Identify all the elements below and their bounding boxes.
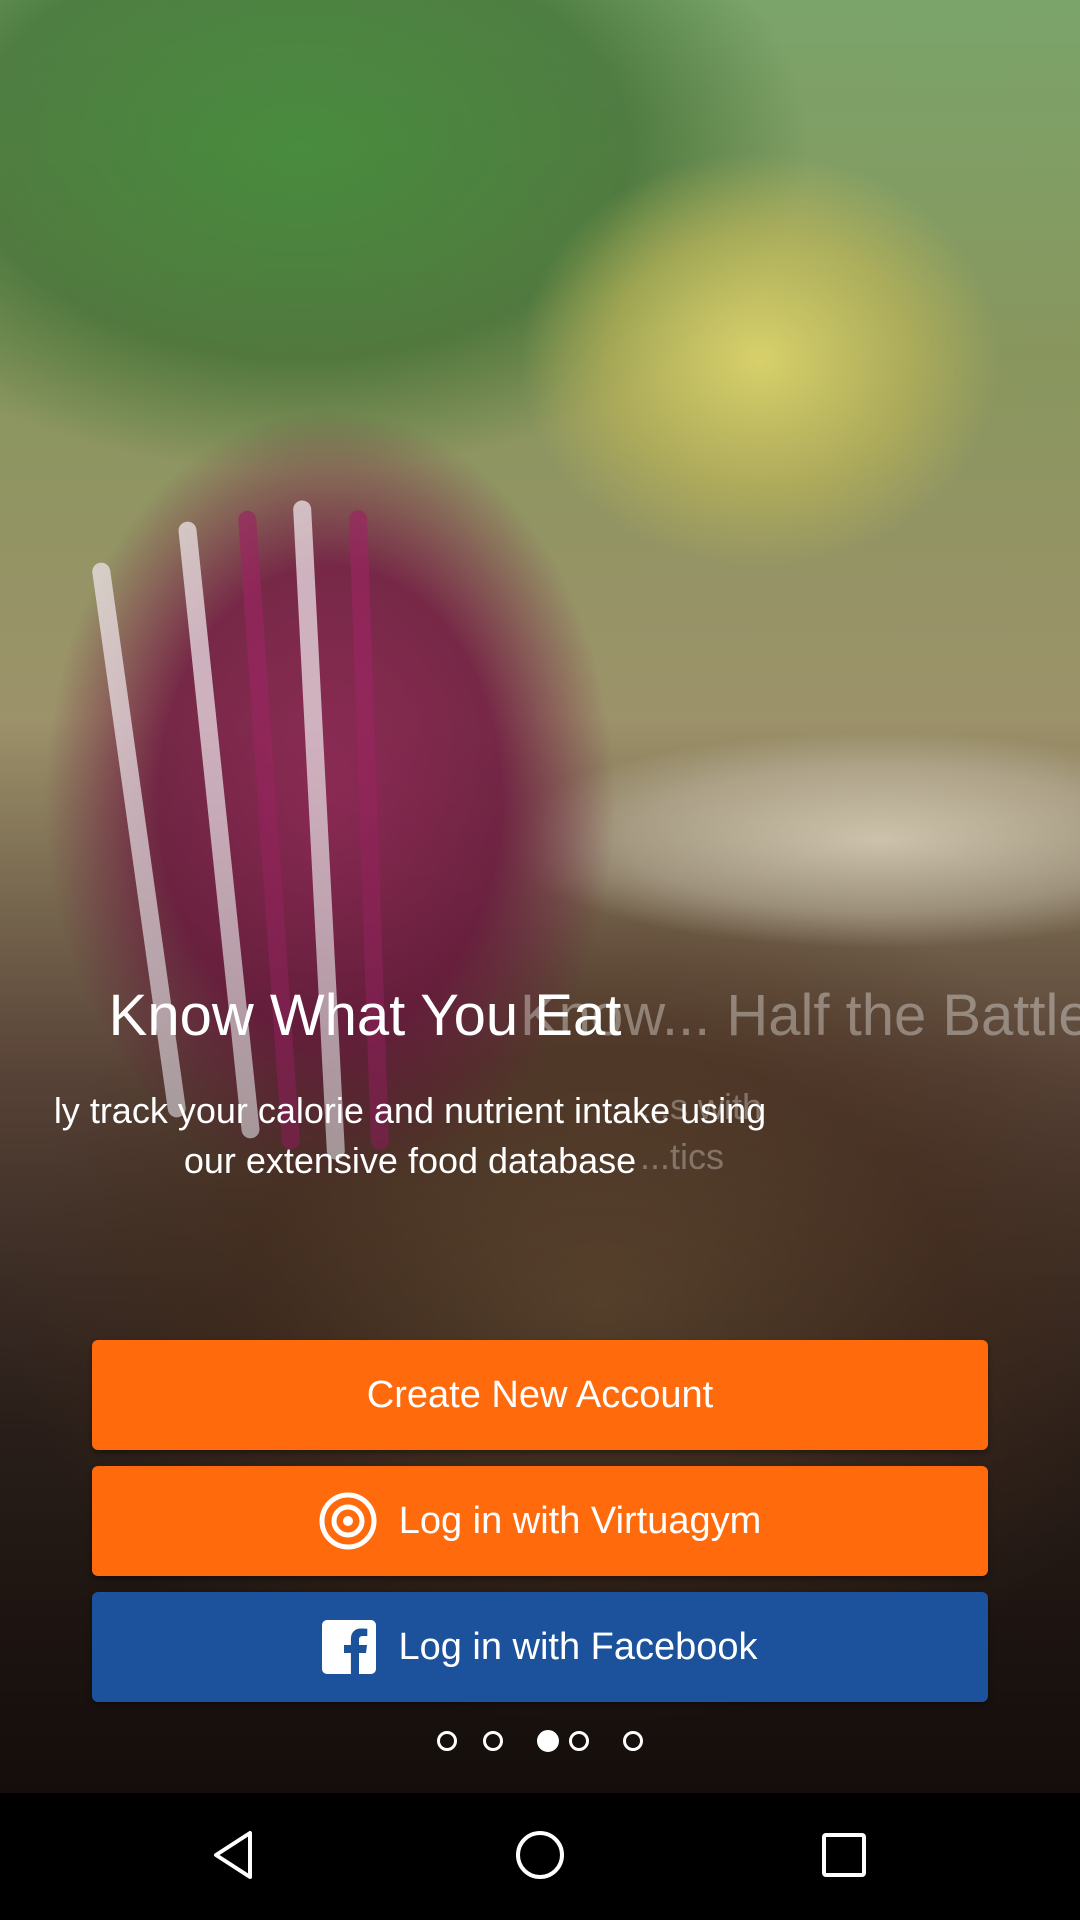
recents-icon — [822, 1833, 866, 1877]
system-navigation-bar — [0, 1793, 1080, 1920]
slide-subtitle-line1: ly track your calorie and nutrient intak… — [53, 1090, 767, 1131]
facebook-icon — [322, 1620, 377, 1674]
create-account-button[interactable]: Create New Account — [92, 1340, 988, 1450]
home-button[interactable] — [490, 1815, 590, 1895]
slide-subtitle: ly track your calorie and nutrient intak… — [0, 1086, 830, 1186]
onboarding-screen: Know... Half the Battle ...s with ...tic… — [0, 0, 1080, 1920]
page-indicator — [0, 1726, 1080, 1756]
login-facebook-button[interactable]: Log in with Facebook — [92, 1592, 988, 1702]
page-dot[interactable] — [437, 1731, 457, 1751]
virtuagym-logo-icon — [319, 1492, 377, 1550]
page-dot[interactable] — [623, 1731, 643, 1751]
create-account-label: Create New Account — [366, 1373, 714, 1416]
page-dot[interactable] — [569, 1731, 589, 1751]
slide-subtitle-line2: our extensive food database — [183, 1140, 637, 1181]
back-button[interactable] — [186, 1815, 286, 1895]
login-virtuagym-label: Log in with Virtuagym — [398, 1499, 762, 1542]
login-virtuagym-button[interactable]: Log in with Virtuagym — [92, 1466, 988, 1576]
recents-button[interactable] — [794, 1815, 894, 1895]
page-dot-active[interactable] — [537, 1730, 559, 1752]
slide-title: Know What You Eat — [108, 983, 622, 1048]
back-icon — [214, 1831, 252, 1879]
page-dot[interactable] — [483, 1731, 503, 1751]
home-icon — [516, 1831, 564, 1879]
login-facebook-label: Log in with Facebook — [398, 1625, 758, 1668]
